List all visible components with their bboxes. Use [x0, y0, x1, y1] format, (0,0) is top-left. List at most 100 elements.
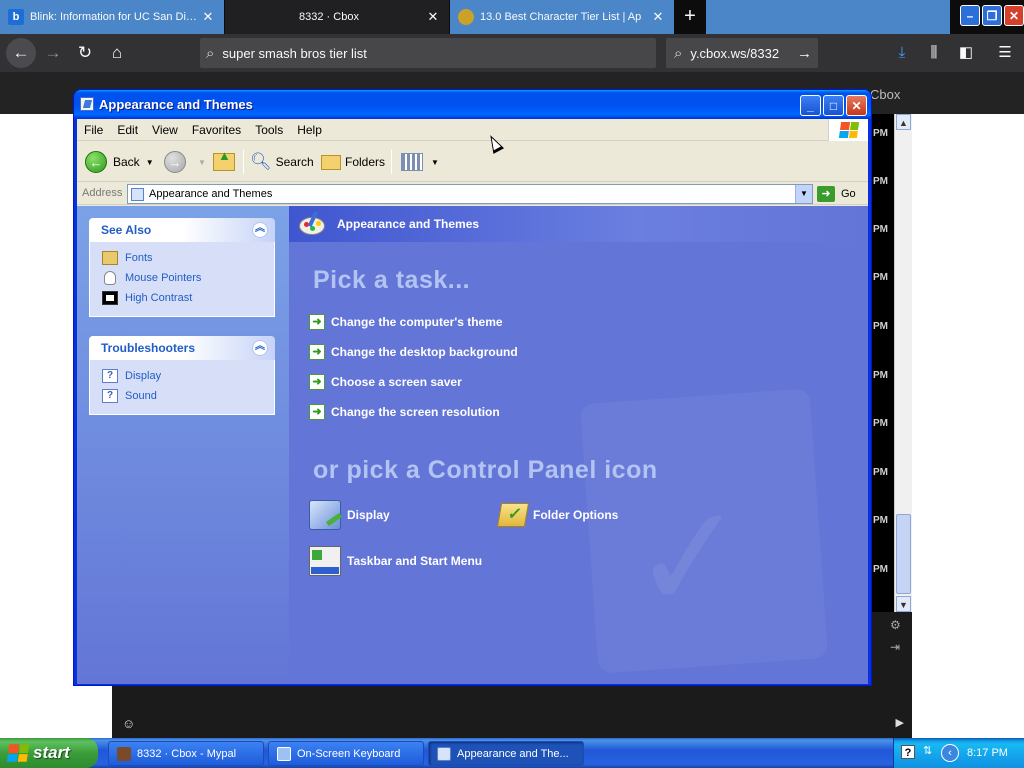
link-sound[interactable]: ? Sound [102, 386, 274, 406]
task-change-background[interactable]: ➜ Change the desktop background [309, 343, 518, 361]
taskbar-button-appearance[interactable]: Appearance and The... [428, 741, 584, 766]
download-icon[interactable]: ⤓ [889, 40, 915, 66]
menu-help[interactable]: Help [290, 123, 329, 137]
url-bar[interactable]: ⌕ super smash bros tier list [200, 38, 656, 68]
address-input[interactable]: Appearance and Themes ▼ [127, 184, 813, 204]
time-label: PM [873, 515, 888, 526]
task-screen-resolution[interactable]: ➜ Change the screen resolution [309, 403, 500, 421]
taskbar-button-mypal[interactable]: 8332 · Cbox - Mypal [108, 741, 264, 766]
menu-tools[interactable]: Tools [248, 123, 290, 137]
category-header: Appearance and Themes [289, 206, 868, 242]
search-bar[interactable]: ⌕ y.cbox.ws/8332 → [666, 38, 818, 68]
home-button[interactable]: ⌂ [104, 40, 130, 66]
link-mouse-pointers[interactable]: Mouse Pointers [102, 268, 274, 288]
minimize-button[interactable]: – [960, 5, 980, 26]
window-title-bar[interactable]: Appearance and Themes _ □ ✕ [74, 90, 871, 119]
dropdown-arrow-icon[interactable]: ▼ [198, 158, 206, 167]
close-tab-icon[interactable]: ✕ [425, 9, 441, 25]
dropdown-arrow-icon[interactable]: ▼ [431, 158, 439, 167]
scroll-up-icon[interactable]: ▲ [896, 114, 911, 130]
close-button[interactable]: ✕ [846, 95, 867, 116]
window-title: Appearance and Themes [99, 97, 253, 112]
menu-favorites[interactable]: Favorites [185, 123, 248, 137]
up-folder-button[interactable] [213, 148, 235, 176]
cp-icon-display[interactable]: Display [309, 498, 390, 532]
reload-button[interactable]: ↻ [72, 40, 98, 66]
cp-icon-taskbar[interactable]: Taskbar and Start Menu [309, 544, 482, 578]
sidebar-icon[interactable]: ◧ [953, 40, 979, 66]
login-icon[interactable]: ⇥ [890, 640, 900, 654]
blink-favicon-icon: b [8, 9, 24, 25]
start-button[interactable]: start [0, 738, 98, 768]
address-dropdown-icon[interactable]: ▼ [795, 185, 812, 203]
tray-expand-icon[interactable]: ‹ [941, 744, 959, 762]
go-arrow-icon[interactable]: → [797, 45, 812, 62]
task-screen-saver[interactable]: ➜ Choose a screen saver [309, 373, 462, 391]
back-label: Back [113, 155, 140, 169]
maximize-button[interactable]: □ [823, 95, 844, 116]
see-also-title: See Also [101, 223, 152, 237]
mypal-icon [117, 746, 131, 761]
taskbar-icon [309, 546, 341, 576]
folders-button[interactable]: Folders [321, 148, 385, 176]
close-tab-icon[interactable]: ✕ [200, 9, 216, 25]
back-button[interactable]: ← Back ▼ [85, 148, 154, 176]
smiley-icon[interactable]: ☺ [122, 716, 135, 731]
menu-edit[interactable]: Edit [110, 123, 145, 137]
pick-icon-heading: or pick a Control Panel icon [313, 456, 658, 484]
minimize-button[interactable]: _ [800, 95, 821, 116]
menu-file[interactable]: File [77, 123, 110, 137]
new-tab-button[interactable]: + [678, 5, 702, 29]
help-icon[interactable]: ? [901, 745, 915, 759]
settings-icon[interactable]: ⚙ [890, 618, 901, 632]
control-panel-icon [131, 187, 144, 201]
troubleshooters-title: Troubleshooters [101, 341, 196, 355]
up-folder-icon [213, 148, 235, 171]
send-arrow-icon[interactable]: ▶ [896, 716, 904, 729]
tab-cbox[interactable]: 8332 · Cbox ✕ [225, 0, 449, 34]
collapse-chevron-icon[interactable]: ︽ [252, 222, 268, 238]
folders-label: Folders [345, 155, 386, 169]
views-button[interactable]: ▼ [401, 148, 439, 176]
webpage-footer-side: ⚙ ⇥ [870, 612, 912, 684]
link-display[interactable]: ? Display [102, 366, 274, 386]
task-arrow-icon: ➜ [309, 404, 325, 420]
menu-icon[interactable]: ☰ [992, 40, 1018, 66]
forward-button[interactable]: → [40, 40, 66, 66]
browser-tab-bar: b Blink: Information for UC San Diego ✕ … [0, 0, 1024, 34]
task-change-theme[interactable]: ➜ Change the computer's theme [309, 313, 503, 331]
mouse-icon [104, 271, 116, 285]
tab-title: Blink: Information for UC San Diego [30, 11, 200, 23]
help-icon: ? [102, 389, 118, 403]
cp-icon-folder-options[interactable]: Folder Options [496, 498, 618, 532]
system-tray: ? ⇅ ‹ 8:17 PM [893, 738, 1024, 768]
go-button[interactable]: ➜ Go [817, 185, 856, 203]
webpage-scrollbar[interactable]: ▲ ▼ [894, 114, 912, 612]
scroll-down-icon[interactable]: ▼ [896, 596, 911, 612]
link-fonts[interactable]: Fonts [102, 248, 274, 268]
collapse-chevron-icon[interactable]: ︽ [252, 340, 268, 356]
tab-blink[interactable]: b Blink: Information for UC San Diego ✕ [0, 0, 224, 34]
library-icon[interactable]: ⫼ [921, 40, 947, 66]
see-also-header[interactable]: See Also ︽ [89, 218, 275, 242]
troubleshooters-header[interactable]: Troubleshooters ︽ [89, 336, 275, 360]
address-label: Address [82, 187, 123, 199]
back-button[interactable]: ← [6, 38, 36, 68]
menu-view[interactable]: View [145, 123, 185, 137]
search-button[interactable]: 🔍︎ Search [250, 148, 314, 176]
address-value: Appearance and Themes [149, 188, 273, 200]
scroll-thumb[interactable] [896, 514, 911, 594]
dropdown-arrow-icon[interactable]: ▼ [146, 158, 154, 167]
close-window-button[interactable]: ✕ [1004, 5, 1024, 26]
tab-tier-list[interactable]: 13.0 Best Character Tier List | Ap ✕ [450, 0, 674, 34]
forward-button[interactable]: → ▼ [164, 148, 206, 176]
close-tab-icon[interactable]: ✕ [650, 9, 666, 25]
taskbar-button-label: 8332 · Cbox - Mypal [137, 747, 237, 760]
search-icon: 🔍︎ [250, 152, 272, 171]
network-icon[interactable]: ⇅ [923, 744, 932, 757]
taskbar-button-osk[interactable]: On-Screen Keyboard [268, 741, 424, 766]
time-label: PM [873, 128, 888, 139]
restore-button[interactable]: ❐ [982, 5, 1002, 26]
link-high-contrast[interactable]: High Contrast [102, 288, 274, 308]
control-panel-icon [80, 97, 94, 111]
